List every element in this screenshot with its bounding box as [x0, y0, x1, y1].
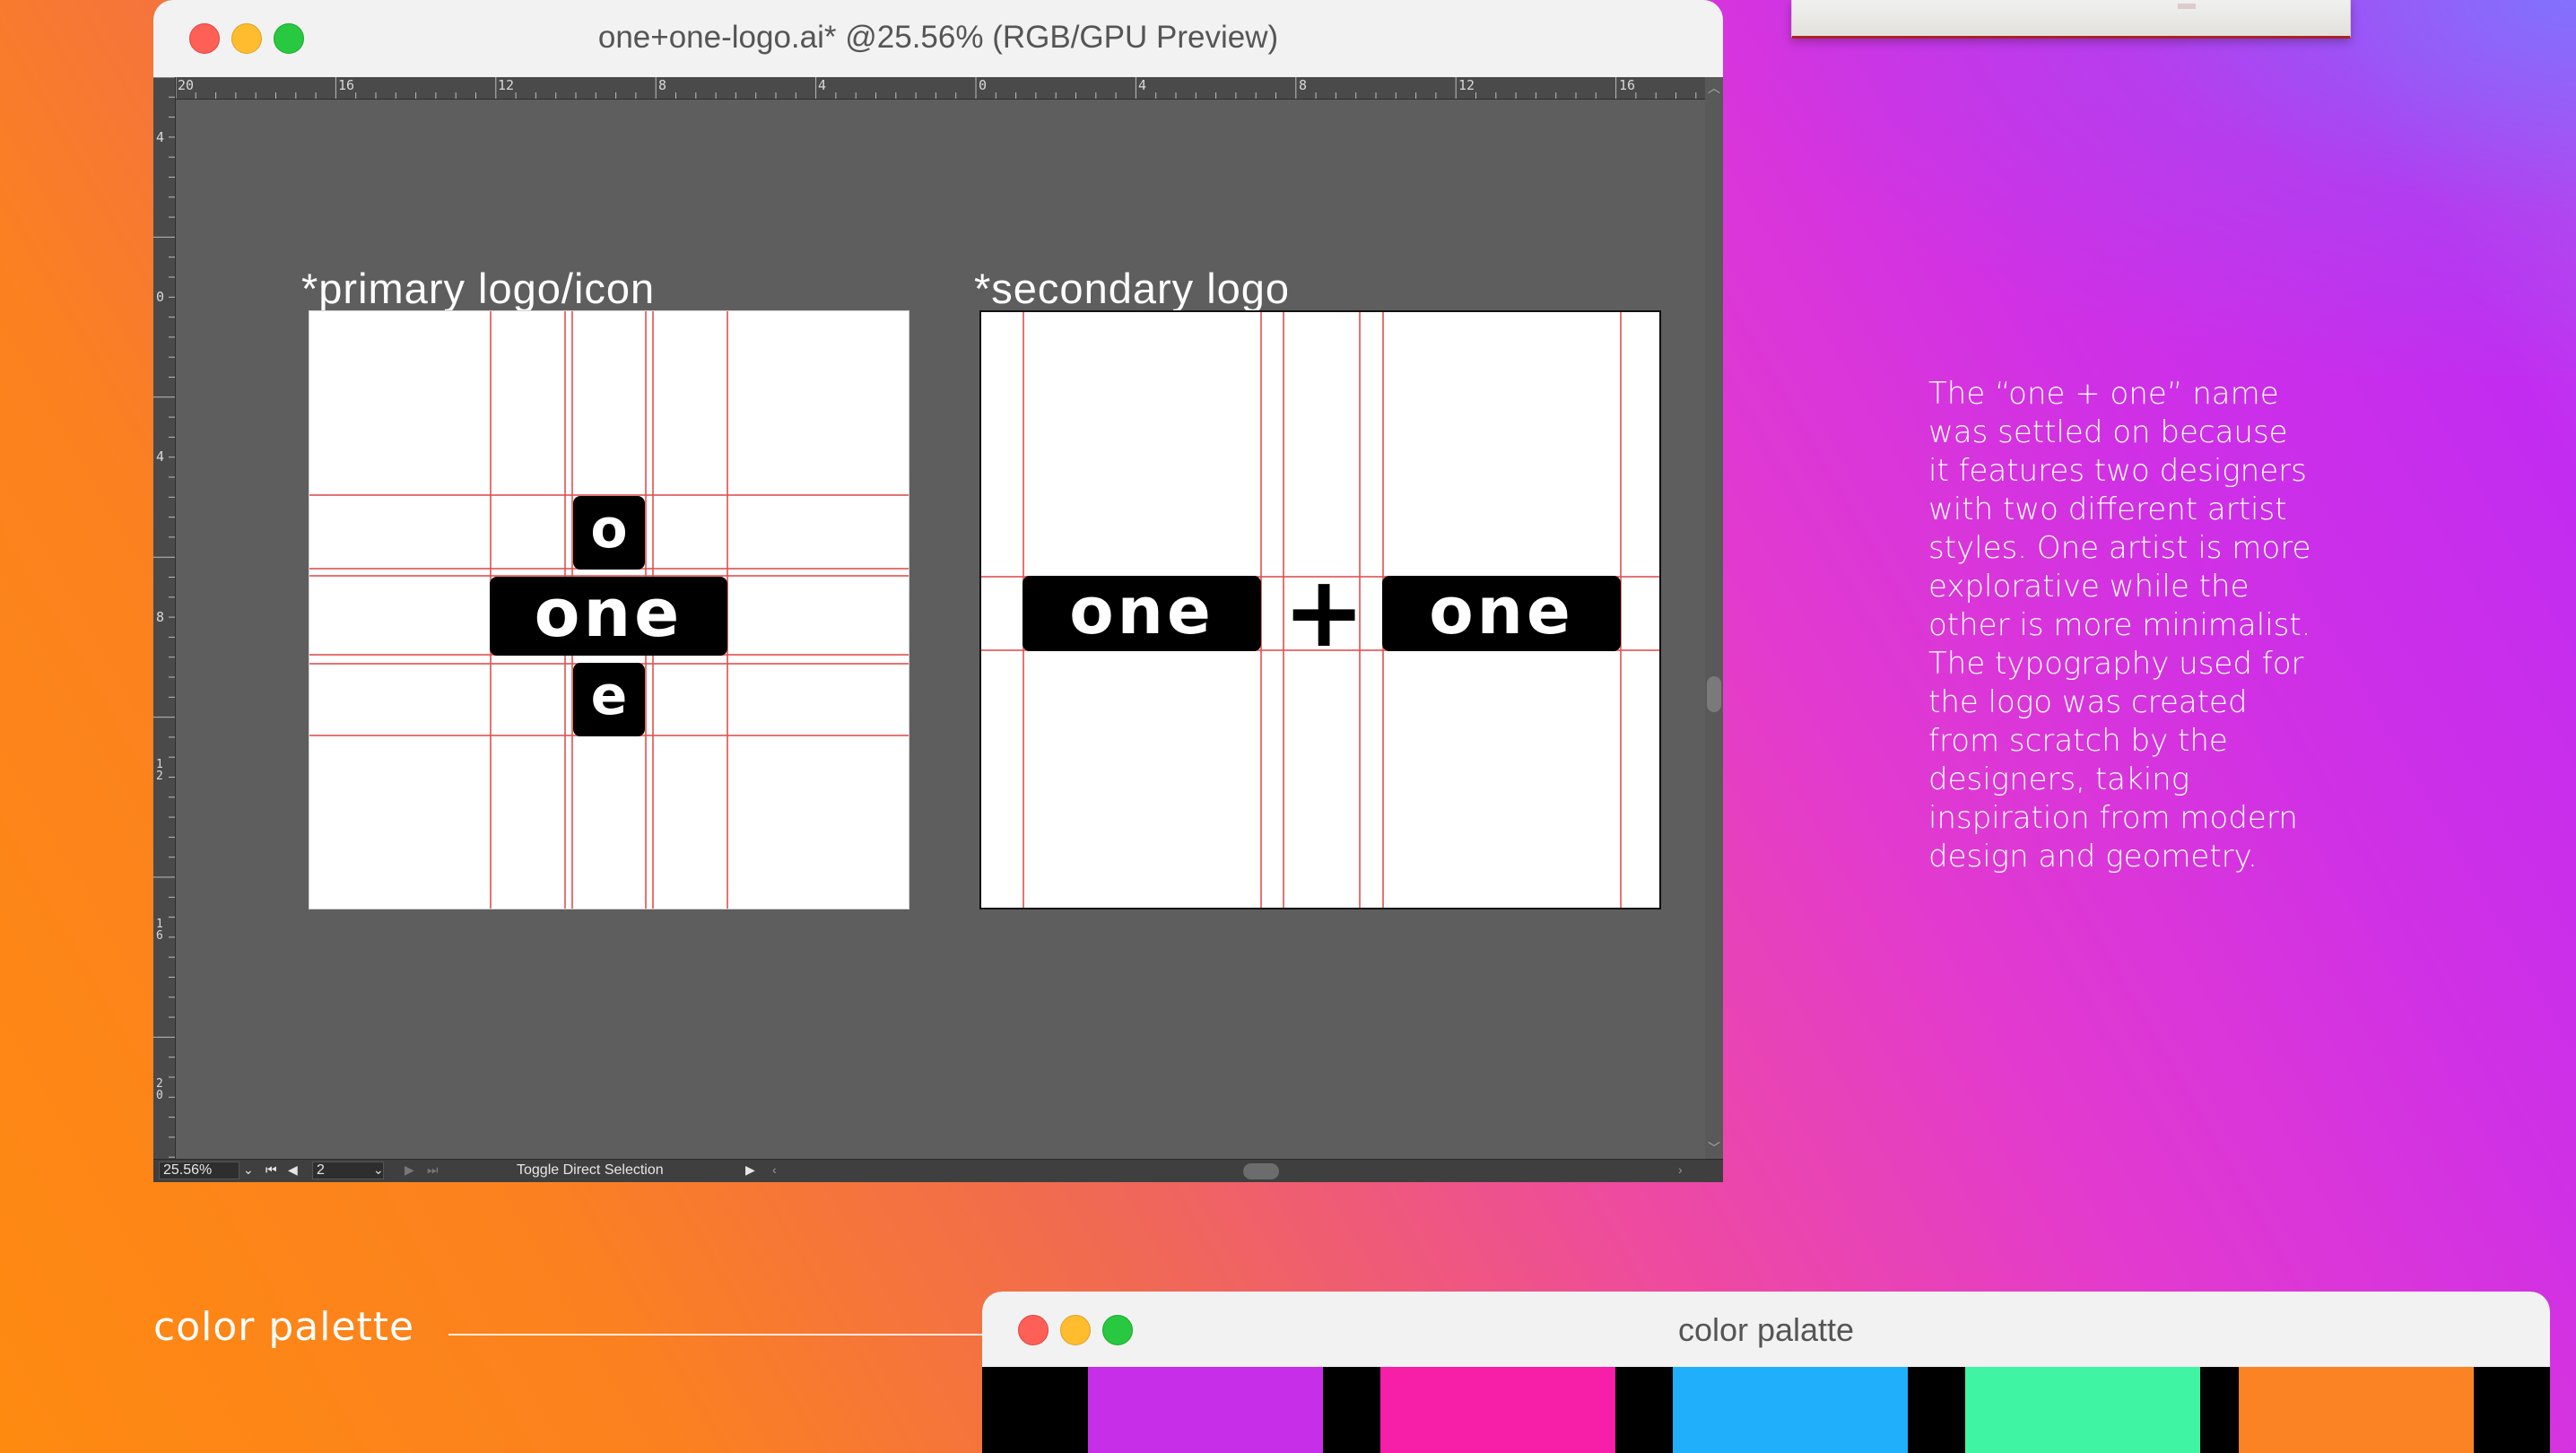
- color-swatch[interactable]: [1965, 1367, 2200, 1453]
- ruler-ticks: [176, 77, 1717, 99]
- ruler-label: 2 0: [156, 1077, 163, 1102]
- chevron-down-icon[interactable]: ⌄: [243, 1162, 254, 1178]
- window-title: one+one-logo.ai* @25.56% (RGB/GPU Previe…: [597, 20, 1279, 55]
- logo-plus: +: [1283, 554, 1366, 669]
- vertical-scroll-thumb[interactable]: [1707, 676, 1721, 712]
- vertical-ruler[interactable]: 4 0 4 8 1 2 1 6 2 0: [153, 77, 176, 1159]
- ruler-label: 16: [1619, 77, 1636, 93]
- logo-letter-o: o: [573, 496, 645, 570]
- secondary-artboard-label: *secondary logo: [974, 265, 1291, 312]
- previous-icon[interactable]: ◀: [288, 1162, 298, 1178]
- horizontal-ruler[interactable]: 20 16 12 8 4 0 4 8 12 16: [176, 77, 1723, 100]
- status-menu-icon[interactable]: ▶: [745, 1162, 755, 1178]
- next-icon[interactable]: ▶: [405, 1162, 414, 1178]
- ruler-label: 8: [658, 77, 667, 93]
- ruler-label: 16: [338, 77, 355, 93]
- logo-letter-e: e: [573, 663, 645, 736]
- ruler-label: 12: [1458, 77, 1475, 93]
- first-page-icon[interactable]: ⏮: [265, 1162, 277, 1178]
- status-bar: 25.56% ⌄ ⏮ ◀ 2 ⌄ ▶ ⏭ Toggle Direct Selec…: [153, 1159, 1723, 1182]
- horizontal-scroll-thumb[interactable]: [1243, 1163, 1279, 1179]
- vertical-scrollbar[interactable]: ︿ ﹀: [1705, 77, 1723, 1159]
- document-canvas[interactable]: *primary logo/icon o one e *secondary lo…: [176, 100, 1705, 1159]
- ruler-label: 1 2: [156, 758, 163, 783]
- swatch-row: [982, 1367, 2550, 1453]
- ruler-label: 0: [156, 289, 165, 305]
- ruler-label: 8: [1299, 77, 1308, 93]
- palette-titlebar[interactable]: color palatte: [982, 1292, 2550, 1368]
- logo-word-one-right: one: [1382, 576, 1621, 651]
- illustrator-window[interactable]: one+one-logo.ai* @25.56% (RGB/GPU Previe…: [153, 0, 1723, 1182]
- palette-heading: color palette: [153, 1304, 415, 1350]
- photo-mark: [2178, 4, 2196, 9]
- background-glow: [1769, 0, 2576, 377]
- primary-artboard-label: *primary logo/icon: [301, 265, 656, 312]
- scroll-right-icon[interactable]: ›: [1678, 1162, 1683, 1177]
- primary-artboard[interactable]: o one e: [309, 310, 909, 909]
- ruler-label: 4: [818, 77, 827, 93]
- zoom-level-field[interactable]: 25.56%: [159, 1162, 239, 1179]
- logo-word-one-left: one: [1023, 576, 1261, 651]
- ruler-label: 1 6: [156, 918, 163, 943]
- color-swatch[interactable]: [1380, 1367, 1615, 1453]
- status-tool-label[interactable]: Toggle Direct Selection: [517, 1162, 664, 1179]
- ruler-label: 20: [178, 77, 195, 93]
- scroll-up-icon[interactable]: ︿: [1708, 79, 1720, 97]
- scroll-down-icon[interactable]: ﹀: [1708, 1139, 1720, 1157]
- palette-window[interactable]: color palatte: [982, 1292, 2550, 1453]
- chevron-down-icon[interactable]: ⌄: [373, 1162, 384, 1178]
- ruler-label: 8: [156, 609, 165, 625]
- color-swatch[interactable]: [2239, 1367, 2474, 1453]
- ruler-label: 4: [156, 129, 165, 145]
- scroll-left-icon[interactable]: ‹: [772, 1162, 777, 1177]
- ruler-label: 4: [156, 448, 165, 465]
- window-titlebar[interactable]: one+one-logo.ai* @25.56% (RGB/GPU Previe…: [153, 0, 1723, 78]
- palette-window-title: color palatte: [1677, 1311, 1855, 1348]
- palette-divider-line: [448, 1334, 985, 1336]
- last-page-icon[interactable]: ⏭: [427, 1162, 439, 1178]
- photo-thumbnail: [1791, 0, 2351, 39]
- ruler-label: 0: [979, 77, 988, 93]
- color-swatch[interactable]: [1088, 1367, 1323, 1453]
- color-swatch[interactable]: [1673, 1367, 1908, 1453]
- logo-word-one: one: [490, 577, 727, 656]
- ruler-label: 12: [498, 77, 515, 93]
- description-text: The “one + one” name was settled on beca…: [1928, 376, 2311, 874]
- ruler-label: 4: [1138, 77, 1147, 93]
- secondary-artboard[interactable]: one + one: [979, 310, 1661, 909]
